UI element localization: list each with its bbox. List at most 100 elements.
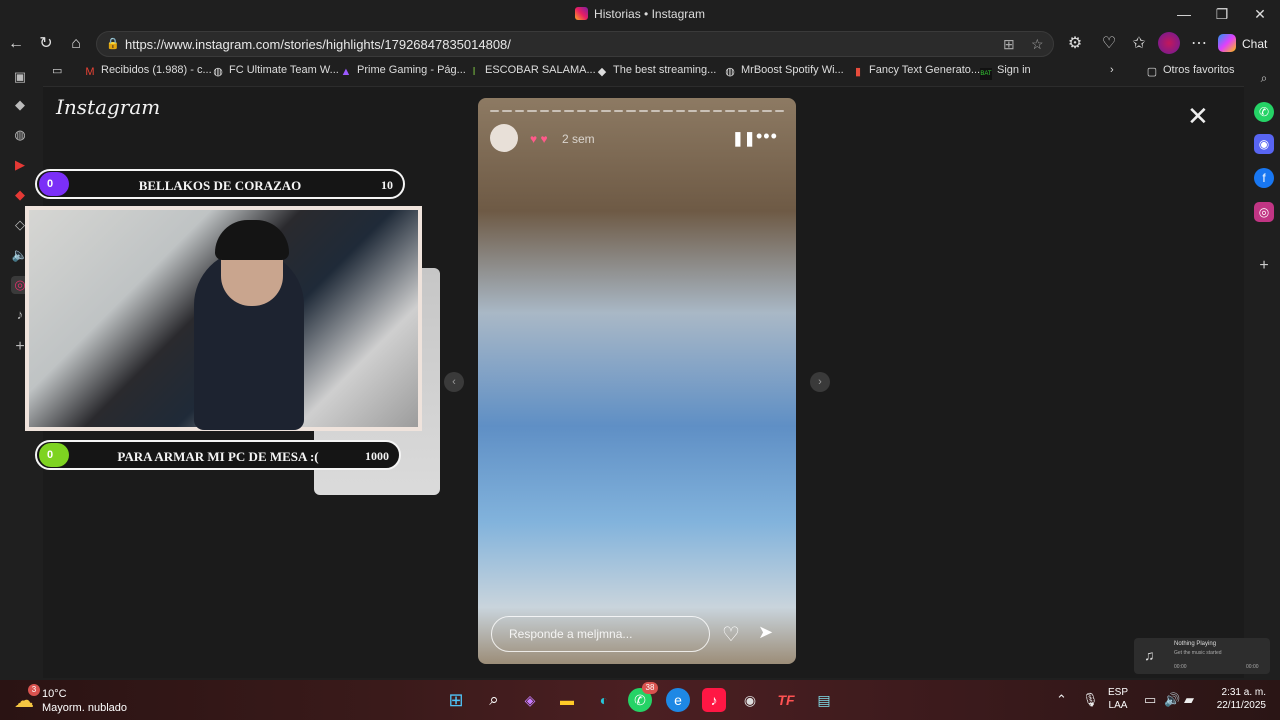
favorites-icon[interactable]: ✩ bbox=[1128, 34, 1150, 54]
story-previous-arrow-icon[interactable]: ‹ bbox=[444, 372, 464, 392]
start-windows-icon[interactable]: ⊞ bbox=[444, 688, 468, 712]
language-code: ESP bbox=[1108, 687, 1129, 698]
music-note-icon: ♫ bbox=[1144, 647, 1155, 663]
favorite-label: Prime Gaming - Pág... bbox=[357, 64, 466, 76]
story-reply-input[interactable]: Responde a meljmna... bbox=[491, 616, 710, 652]
story-next-arrow-icon[interactable]: › bbox=[810, 372, 830, 392]
whatsapp-unread-count: 38 bbox=[642, 682, 658, 694]
tab-actions-icon[interactable]: ▭ bbox=[52, 64, 62, 77]
favorite-item[interactable]: ◍ FC Ultimate Team W... bbox=[212, 64, 339, 78]
favorite-item[interactable]: M Recibidos (1.988) - c... bbox=[84, 64, 212, 78]
favorite-label: Recibidos (1.988) - c... bbox=[101, 64, 212, 76]
instagram-sidebar-icon[interactable]: ◎ bbox=[1254, 202, 1274, 222]
clock-date: 22/11/2025 bbox=[1216, 700, 1266, 711]
favorite-star-icon[interactable]: ☆ bbox=[1031, 36, 1044, 53]
now-playing-widget[interactable]: ♫ Nothing Playing Get the music started … bbox=[1134, 638, 1270, 674]
tray-overflow-chevron-icon[interactable]: ⌃ bbox=[1056, 692, 1067, 708]
favorite-item[interactable]: ◍ MrBoost Spotify Wi... bbox=[724, 64, 844, 78]
address-bar[interactable]: 🔒 https://www.instagram.com/stories/high… bbox=[96, 31, 1054, 57]
copilot-icon bbox=[1218, 34, 1236, 52]
obs-taskbar-icon[interactable]: ◉ bbox=[738, 688, 762, 712]
edge-taskbar-icon[interactable]: e bbox=[666, 688, 690, 712]
favorite-label: The best streaming... bbox=[613, 64, 717, 76]
goal-label: PARA ARMAR MI PC DE MESA :( bbox=[117, 449, 319, 464]
story-username-emoji[interactable]: ♥ ♥ bbox=[530, 132, 548, 146]
globe-tab-icon[interactable]: ◍ bbox=[11, 126, 29, 144]
story-progress-segments bbox=[490, 110, 784, 114]
discord-icon[interactable]: ◉ bbox=[1254, 134, 1274, 154]
edge-sidebar: ⌕ ✆ ◉ f ◎ + bbox=[1248, 60, 1280, 680]
microphone-icon[interactable]: 🎙 bbox=[1082, 692, 1099, 708]
whatsapp-icon[interactable]: ✆ bbox=[1254, 102, 1274, 122]
favorite-label: Sign in bbox=[997, 64, 1031, 76]
facebook-icon[interactable]: f bbox=[1254, 168, 1274, 188]
keyboard-layout: LAA bbox=[1108, 700, 1128, 711]
file-explorer-icon[interactable]: ▬ bbox=[555, 688, 579, 712]
back-icon[interactable]: ← bbox=[5, 34, 27, 54]
tab-panel-icon[interactable]: ▣ bbox=[11, 68, 29, 86]
cortana-icon[interactable]: ◐ bbox=[592, 688, 616, 712]
more-options-icon[interactable]: ••• bbox=[756, 126, 778, 147]
now-playing-time-end: 00:00 bbox=[1246, 664, 1259, 670]
page-scrollbar[interactable] bbox=[1236, 88, 1242, 676]
copilot-taskbar-icon[interactable]: ◈ bbox=[518, 688, 542, 712]
clock-time: 2:31 a. m. bbox=[1221, 687, 1266, 698]
language-indicator[interactable]: ESP LAA bbox=[1108, 686, 1128, 712]
system-clock[interactable]: 2:31 a. m. 22/11/2025 bbox=[1196, 686, 1266, 712]
diamond-icon: ◆ bbox=[597, 66, 607, 78]
tab-favicon-icon[interactable]: ◆ bbox=[11, 186, 29, 204]
search-icon[interactable]: ⌕ bbox=[1254, 68, 1274, 88]
app-install-icon[interactable]: ⊞ bbox=[1003, 36, 1015, 53]
pause-icon[interactable]: ❚❚ bbox=[732, 130, 755, 147]
document-icon: ▮ bbox=[854, 66, 862, 78]
goal-target: 1000 bbox=[365, 449, 389, 463]
instagram-icon bbox=[575, 7, 589, 20]
story-user-avatar[interactable] bbox=[490, 124, 518, 152]
whatsapp-taskbar-icon[interactable]: ✆ 38 bbox=[628, 682, 658, 712]
volume-icon[interactable]: 🔊 bbox=[1164, 692, 1180, 708]
story-viewer[interactable]: ♥ ♥ 2 sem ❚❚ ••• Responde a meljmna... ♡… bbox=[478, 98, 796, 664]
youtube-tab-icon[interactable]: ▶ bbox=[11, 156, 29, 174]
profile-avatar[interactable] bbox=[1158, 32, 1180, 54]
send-icon[interactable]: ➤ bbox=[758, 622, 773, 643]
story-time: 2 sem bbox=[562, 132, 595, 146]
notepad-taskbar-icon[interactable]: ▤ bbox=[812, 688, 836, 712]
browser-essentials-icon[interactable]: ♡ bbox=[1098, 34, 1120, 54]
now-playing-title: Nothing Playing bbox=[1174, 641, 1217, 647]
tf-taskbar-icon[interactable]: TF bbox=[774, 688, 798, 712]
favorite-item[interactable]: ▲ Prime Gaming - Pág... bbox=[340, 64, 466, 78]
extensions-icon[interactable]: ⚙ bbox=[1064, 34, 1086, 54]
close-window-button[interactable]: ✕ bbox=[1240, 4, 1280, 24]
tab-favicon-icon[interactable]: ◆ bbox=[11, 96, 29, 114]
add-sidebar-app-icon[interactable]: + bbox=[1254, 256, 1274, 276]
like-heart-icon[interactable]: ♡ bbox=[722, 622, 740, 647]
folder-icon: ▢ bbox=[1146, 66, 1158, 78]
weather-condition: Mayorm. nublado bbox=[42, 702, 127, 714]
favorite-item[interactable]: ▮ Fancy Text Generato... bbox=[852, 64, 980, 78]
search-taskbar-icon[interactable]: ⌕ bbox=[482, 688, 506, 712]
battery-icon[interactable]: ▰ bbox=[1184, 692, 1194, 708]
close-story-icon[interactable]: ✕ bbox=[1187, 103, 1209, 129]
windows-taskbar: ☁ 3 10°C Mayorm. nublado ⊞ ⌕ ◈ ▬ ◐ ✆ 38 e… bbox=[0, 680, 1280, 720]
bat-icon: BAT bbox=[980, 68, 992, 80]
favorite-label: FC Ultimate Team W... bbox=[229, 64, 339, 76]
copilot-chat-button[interactable]: Chat bbox=[1218, 31, 1274, 57]
favorite-item[interactable]: ◆ The best streaming... bbox=[596, 64, 717, 78]
refresh-icon[interactable]: ↻ bbox=[35, 34, 57, 54]
favorite-label: Fancy Text Generato... bbox=[869, 64, 981, 76]
url-text[interactable]: https://www.instagram.com/stories/highli… bbox=[125, 37, 511, 52]
tiktok-taskbar-icon[interactable]: ♪ bbox=[702, 688, 726, 712]
more-menu-icon[interactable]: ⋯ bbox=[1188, 34, 1210, 54]
restore-button[interactable]: ❐ bbox=[1202, 4, 1242, 24]
favorite-item[interactable]: ǀ ESCOBAR SALAMA... bbox=[468, 64, 596, 78]
instagram-logo[interactable]: Instagram bbox=[56, 95, 160, 119]
favorites-overflow-chevron-icon[interactable]: › bbox=[1110, 64, 1114, 76]
favorite-label: ESCOBAR SALAMA... bbox=[485, 64, 596, 76]
favorite-folder[interactable]: ▢ Otros favoritos bbox=[1146, 64, 1235, 78]
minimize-button[interactable]: — bbox=[1164, 4, 1204, 24]
favorites-bar: ▭ M Recibidos (1.988) - c... ◍ FC Ultimate… bbox=[40, 60, 1240, 84]
now-playing-subtitle: Get the music started bbox=[1174, 650, 1222, 656]
home-icon[interactable]: ⌂ bbox=[65, 34, 87, 54]
network-icon[interactable]: ▭ bbox=[1144, 692, 1156, 708]
favorite-item[interactable]: BAT Sign in bbox=[980, 64, 1031, 80]
